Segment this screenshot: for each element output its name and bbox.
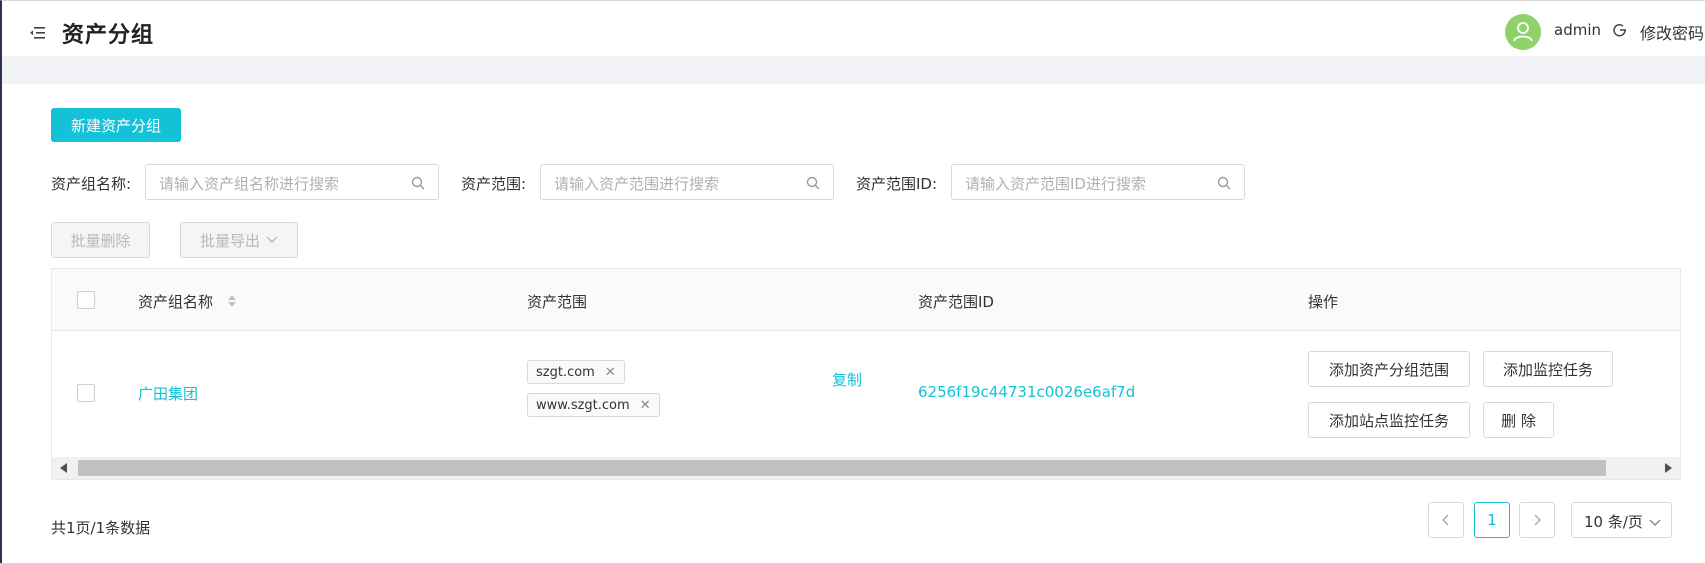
chevron-down-icon xyxy=(266,236,278,243)
chevron-left-icon xyxy=(1442,514,1449,526)
filter-label-scope-id: 资产范围ID: xyxy=(856,175,938,193)
column-header-scope-id: 资产范围ID xyxy=(918,293,994,311)
scope-id-search-input[interactable]: 请输入资产范围ID进行搜索 xyxy=(951,164,1245,200)
table-header: 资产组名称 资产范围 资产范围ID 操作 xyxy=(52,269,1680,331)
scope-id-link[interactable]: 6256f19c44731c0026e6af7d xyxy=(918,383,1135,401)
filter-label-scope: 资产范围: xyxy=(461,175,527,193)
delete-button[interactable]: 删 除 xyxy=(1483,402,1554,438)
group-name-search-input[interactable]: 请输入资产组名称进行搜索 xyxy=(145,164,439,200)
search-placeholder: 请输入资产组名称进行搜索 xyxy=(159,175,340,193)
avatar[interactable] xyxy=(1505,14,1541,50)
column-header-actions: 操作 xyxy=(1308,293,1339,311)
page-number-button[interactable]: 1 xyxy=(1474,502,1510,538)
search-placeholder: 请输入资产范围进行搜索 xyxy=(554,175,720,193)
chevron-down-icon xyxy=(1649,514,1661,526)
chevron-right-icon[interactable] xyxy=(1665,463,1672,473)
row-checkbox[interactable] xyxy=(77,384,95,402)
table-row: 广田集团 szgt.com ✕ www.szgt.com ✕ 复制 6256f1… xyxy=(52,331,1680,457)
change-password-link[interactable]: 修改密码 xyxy=(1640,20,1704,44)
search-icon[interactable] xyxy=(1217,176,1231,190)
add-scope-button[interactable]: 添加资产分组范围 xyxy=(1308,351,1470,387)
page-size-select[interactable]: 10 条/页 xyxy=(1571,502,1672,538)
chevron-left-icon[interactable] xyxy=(60,463,67,473)
batch-export-label: 批量导出 xyxy=(199,231,260,250)
next-page-button[interactable] xyxy=(1519,502,1555,538)
search-placeholder: 请输入资产范围ID进行搜索 xyxy=(965,175,1146,193)
column-header-scope: 资产范围 xyxy=(527,293,588,311)
batch-delete-button[interactable]: 批量删除 xyxy=(51,222,150,258)
scrollbar-thumb[interactable] xyxy=(78,460,1606,476)
scope-search-input[interactable]: 请输入资产范围进行搜索 xyxy=(540,164,834,200)
pagination-summary: 共1页/1条数据 xyxy=(51,519,151,537)
page-title: 资产分组 xyxy=(62,23,155,48)
close-icon[interactable]: ✕ xyxy=(640,398,651,413)
prev-page-button[interactable] xyxy=(1428,502,1464,538)
scope-tag-label: szgt.com xyxy=(536,364,595,380)
header-spacer xyxy=(2,56,1705,84)
chevron-right-icon xyxy=(1534,514,1541,526)
sort-icon[interactable] xyxy=(227,293,237,309)
new-asset-group-button[interactable]: 新建资产分组 xyxy=(51,108,181,142)
scope-tag-label: www.szgt.com xyxy=(536,397,630,413)
menu-fold-icon[interactable] xyxy=(30,26,46,40)
close-icon[interactable]: ✕ xyxy=(605,365,616,380)
add-site-monitor-task-button[interactable]: 添加站点监控任务 xyxy=(1308,402,1470,438)
user-icon xyxy=(1513,22,1533,42)
horizontal-scrollbar[interactable] xyxy=(52,457,1680,479)
page-size-value: 10 条/页 xyxy=(1584,513,1643,531)
top-header: 资产分组 admin 修改密码 xyxy=(2,1,1705,56)
group-name-link[interactable]: 广田集团 xyxy=(138,383,198,404)
select-all-checkbox[interactable] xyxy=(77,291,95,309)
search-icon[interactable] xyxy=(411,176,425,190)
add-monitor-task-button[interactable]: 添加监控任务 xyxy=(1483,351,1613,387)
batch-export-button[interactable]: 批量导出 xyxy=(180,222,298,258)
filter-label-group-name: 资产组名称: xyxy=(51,175,132,193)
column-header-group-name[interactable]: 资产组名称 xyxy=(138,291,213,312)
scope-tag: www.szgt.com ✕ xyxy=(527,393,660,417)
scope-tag: szgt.com ✕ xyxy=(527,360,625,384)
search-icon[interactable] xyxy=(806,176,820,190)
username[interactable]: admin xyxy=(1554,21,1601,39)
copy-scope-link[interactable]: 复制 xyxy=(832,369,862,390)
logout-icon[interactable] xyxy=(1613,23,1627,37)
asset-group-table: 资产组名称 资产范围 资产范围ID 操作 广田集团 szgt.com ✕ www… xyxy=(51,268,1681,480)
